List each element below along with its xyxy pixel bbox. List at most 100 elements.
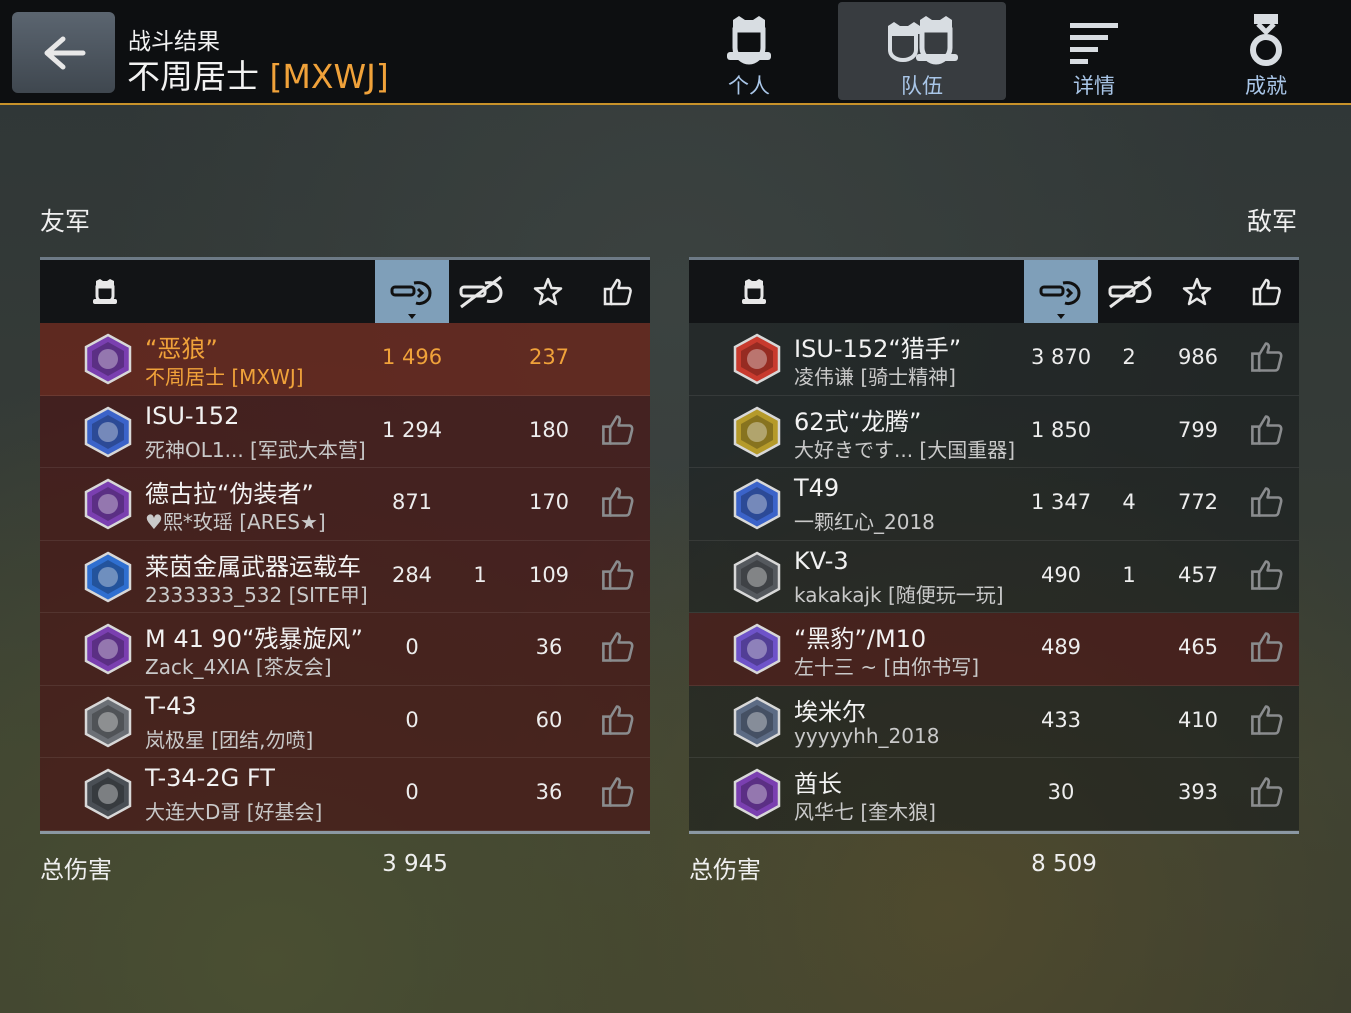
like-button[interactable] bbox=[600, 774, 636, 810]
sort-caret-icon bbox=[1057, 314, 1065, 319]
enemies-row[interactable]: “黑豹”/M10 左十三 ~ [由你书写] 489 465 bbox=[689, 613, 1299, 686]
single-tank-icon bbox=[727, 16, 771, 65]
player-name: 凌伟谦 [骑士精神] bbox=[794, 365, 956, 389]
like-button[interactable] bbox=[1249, 557, 1285, 593]
like-button[interactable] bbox=[600, 629, 636, 665]
tank-class-badge-icon bbox=[82, 551, 134, 603]
tank-icon bbox=[93, 278, 117, 304]
tank-name: 德古拉“伪装者” bbox=[145, 480, 314, 508]
enemies-row[interactable]: 酋长 风华七 [奎木狼] 30 393 bbox=[689, 758, 1299, 831]
thumbs-up-icon bbox=[602, 414, 634, 445]
enemies-like-column[interactable] bbox=[1237, 260, 1297, 323]
tank-name: 62式“龙腾” bbox=[794, 407, 922, 436]
tank-class-badge-icon bbox=[82, 333, 134, 385]
like-button[interactable] bbox=[1249, 339, 1285, 375]
allies-row[interactable]: ISU-152 死神OL1... [军武大本营] 1 294 180 bbox=[40, 395, 650, 468]
tab-team[interactable]: 队伍 bbox=[838, 2, 1006, 100]
medal-icon bbox=[1250, 14, 1282, 66]
allies-row[interactable]: “恶狼” 不周居士 [MXWJ] 1 496 237 bbox=[40, 323, 650, 396]
like-button[interactable] bbox=[600, 557, 636, 593]
thumbs-up-icon bbox=[1251, 487, 1283, 517]
player-name: 不周居士 [MXWJ] bbox=[145, 365, 304, 389]
allies-like-column[interactable] bbox=[588, 260, 648, 323]
enemies-row[interactable]: T49 一颗红心_2018 1 347 4 772 bbox=[689, 468, 1299, 541]
allies-row[interactable]: T-34-2G FT 大连大D哥 [好基会] 0 36 bbox=[40, 758, 650, 831]
damage-value: 284 bbox=[391, 562, 433, 587]
tab-details[interactable]: 详情 bbox=[1010, 2, 1178, 100]
tank-class-badge-icon bbox=[731, 623, 783, 675]
player-title: 不周居士 [MXWJ] bbox=[127, 50, 389, 98]
damage-icon bbox=[1039, 280, 1081, 305]
tank-name: 埃米尔 bbox=[794, 697, 866, 726]
allies-row[interactable]: T-43 岚极星 [团结,勿喷] 0 60 bbox=[40, 685, 650, 758]
allies-rows: “恶狼” 不周居士 [MXWJ] 1 496 237 ISU-152 死神OL1... [… bbox=[40, 323, 650, 831]
thumbs-up-icon bbox=[1251, 704, 1283, 735]
like-button[interactable] bbox=[1249, 774, 1285, 810]
player-name: 2333333_532 [SITE甲] bbox=[145, 582, 368, 607]
damage-value: 0 bbox=[405, 635, 419, 659]
tank-class-badge-icon bbox=[731, 696, 783, 748]
score-value: 170 bbox=[528, 490, 570, 514]
tank-class-badge-icon bbox=[82, 478, 134, 530]
tank-name: ISU-152 bbox=[145, 401, 240, 430]
thumbs-up-icon bbox=[602, 559, 634, 590]
enemies-panel: ISU-152“猎手” 凌伟谦 [骑士精神] 3 870 2 986 62式“龙腾” 大好き… bbox=[689, 257, 1299, 834]
tab-achievements[interactable]: 成就 bbox=[1182, 2, 1350, 100]
tank-name: M 41 90“残暴旋风” bbox=[145, 625, 363, 653]
like-button[interactable] bbox=[600, 484, 636, 520]
score-value: 36 bbox=[535, 780, 563, 804]
allies-score-column[interactable] bbox=[518, 260, 578, 323]
allies-total-label: 总伤害 bbox=[40, 856, 112, 884]
tab-achievements-label: 成就 bbox=[1245, 74, 1287, 98]
enemies-damage-column[interactable] bbox=[1024, 260, 1098, 323]
enemies-score-column[interactable] bbox=[1167, 260, 1227, 323]
details-list-icon bbox=[1070, 23, 1118, 64]
damage-value: 3 870 bbox=[1030, 345, 1092, 369]
tab-personal[interactable]: 个人 bbox=[665, 2, 833, 100]
enemies-rows: ISU-152“猎手” 凌伟谦 [骑士精神] 3 870 2 986 62式“龙腾” 大好き… bbox=[689, 323, 1299, 831]
kills-value: 2 bbox=[1122, 345, 1136, 369]
allies-damage-column[interactable] bbox=[375, 260, 449, 323]
allies-tank-column[interactable] bbox=[82, 260, 128, 323]
player-name: 岚极星 [团结,勿喷] bbox=[145, 727, 314, 752]
player-name: Zack_4XIA [茶友会] bbox=[145, 655, 332, 679]
like-button[interactable] bbox=[1249, 629, 1285, 665]
like-button[interactable] bbox=[1249, 484, 1285, 520]
tank-name: 酋长 bbox=[794, 770, 842, 798]
enemies-tank-column[interactable] bbox=[731, 260, 777, 323]
star-icon bbox=[1182, 277, 1212, 305]
allies-row[interactable]: M 41 90“残暴旋风” Zack_4XIA [茶友会] 0 36 bbox=[40, 613, 650, 686]
enemies-row[interactable]: ISU-152“猎手” 凌伟谦 [骑士精神] 3 870 2 986 bbox=[689, 323, 1299, 396]
tank-name: ISU-152“猎手” bbox=[794, 335, 962, 363]
enemies-kills-column[interactable] bbox=[1098, 260, 1162, 323]
allies-row[interactable]: 德古拉“伪装者” ♥熙*玫瑶 [ARES★] 871 170 bbox=[40, 468, 650, 541]
thumbs-up-icon bbox=[602, 632, 634, 662]
like-button[interactable] bbox=[1249, 702, 1285, 738]
score-value: 986 bbox=[1177, 345, 1219, 369]
score-value: 237 bbox=[528, 345, 570, 369]
arrow-left-icon bbox=[44, 36, 85, 69]
thumbs-up-icon bbox=[602, 704, 634, 735]
enemies-total-label: 总伤害 bbox=[689, 856, 761, 884]
tank-name: T-34-2G FT bbox=[145, 764, 275, 792]
tank-class-badge-icon bbox=[82, 623, 134, 675]
thumbs-up-icon bbox=[1251, 414, 1283, 445]
allies-kills-column[interactable] bbox=[449, 260, 513, 323]
star-icon bbox=[533, 277, 563, 305]
enemies-row[interactable]: KV-3 kakakajk [随便玩一玩] 490 1 457 bbox=[689, 540, 1299, 613]
tank-class-badge-icon bbox=[731, 333, 783, 385]
allies-row[interactable]: 莱茵金属武器运载车 2333333_532 [SITE甲] 284 1 109 bbox=[40, 540, 650, 613]
player-name: 死神OL1... [军武大本营] bbox=[145, 437, 366, 462]
back-button[interactable] bbox=[12, 12, 115, 93]
enemies-row[interactable]: 62式“龙腾” 大好きです... [大国重器] 1 850 799 bbox=[689, 395, 1299, 468]
damage-value: 433 bbox=[1040, 707, 1082, 732]
like-button[interactable] bbox=[1249, 412, 1285, 448]
tank-class-badge-icon bbox=[82, 696, 134, 748]
enemies-row[interactable]: 埃米尔 yyyyyhh_2018 433 410 bbox=[689, 685, 1299, 758]
team-tanks-icon bbox=[888, 16, 958, 65]
like-button[interactable] bbox=[600, 702, 636, 738]
like-button[interactable] bbox=[600, 412, 636, 448]
player-name: 一颗红心_2018 bbox=[794, 510, 935, 534]
kills-value: 4 bbox=[1122, 490, 1136, 514]
damage-value: 30 bbox=[1047, 780, 1075, 804]
